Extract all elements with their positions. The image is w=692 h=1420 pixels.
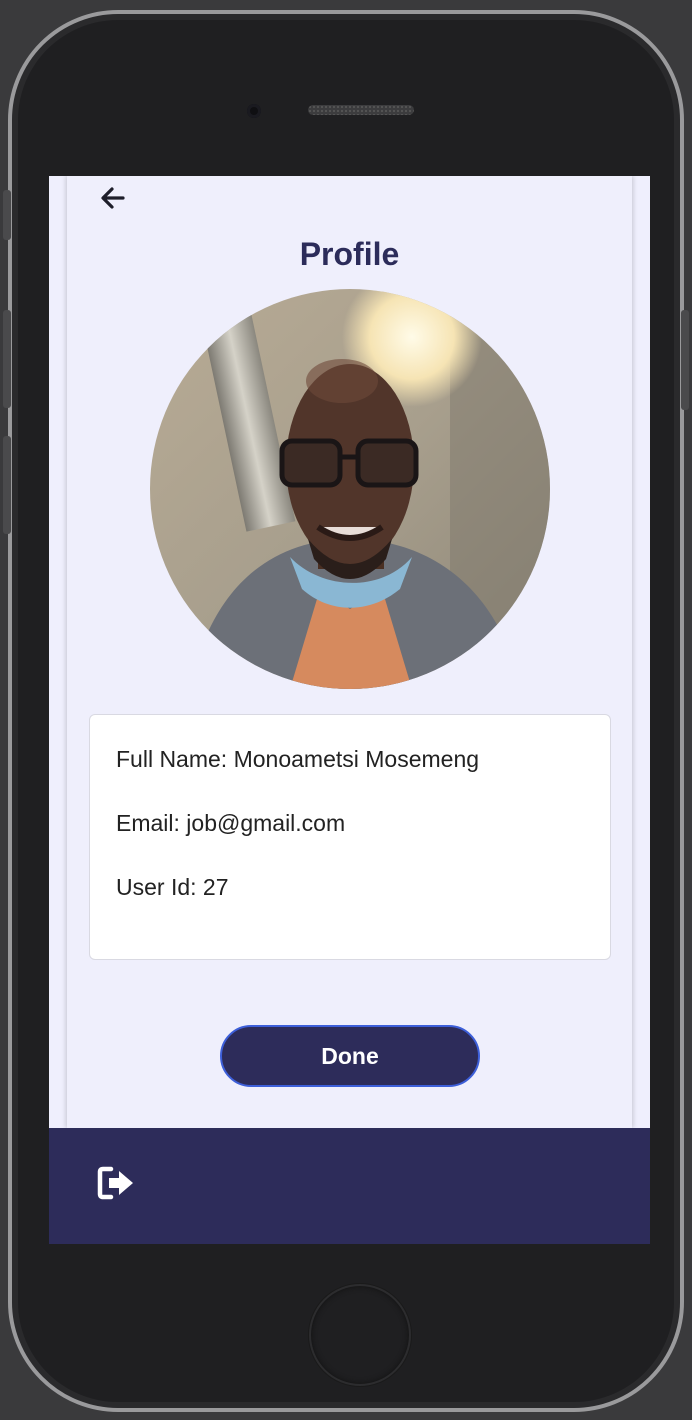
email-text: Email: job@gmail.com: [116, 810, 346, 836]
full-name-text: Full Name: Monoametsi Mosemeng: [116, 746, 480, 772]
volume-up-button: [3, 310, 11, 408]
power-button: [681, 310, 689, 410]
app-screen: Profile Full Name: Monoametsi Mosemeng E…: [49, 176, 650, 1244]
sign-out-icon[interactable]: [97, 1166, 137, 1200]
user-id-text: User Id: 27: [116, 874, 229, 900]
mute-switch: [3, 190, 11, 240]
avatar: [150, 289, 550, 689]
front-camera: [247, 104, 261, 118]
done-button[interactable]: Done: [220, 1025, 480, 1087]
page-title: Profile: [299, 236, 400, 272]
profile-info-card: Full Name: Monoametsi Mosemeng Email: jo…: [89, 714, 611, 960]
volume-down-button: [3, 436, 11, 534]
bottom-bar: [49, 1128, 650, 1244]
earpiece-speaker: [308, 105, 414, 115]
home-button[interactable]: [309, 1284, 411, 1386]
arrow-left-icon[interactable]: [99, 184, 127, 212]
